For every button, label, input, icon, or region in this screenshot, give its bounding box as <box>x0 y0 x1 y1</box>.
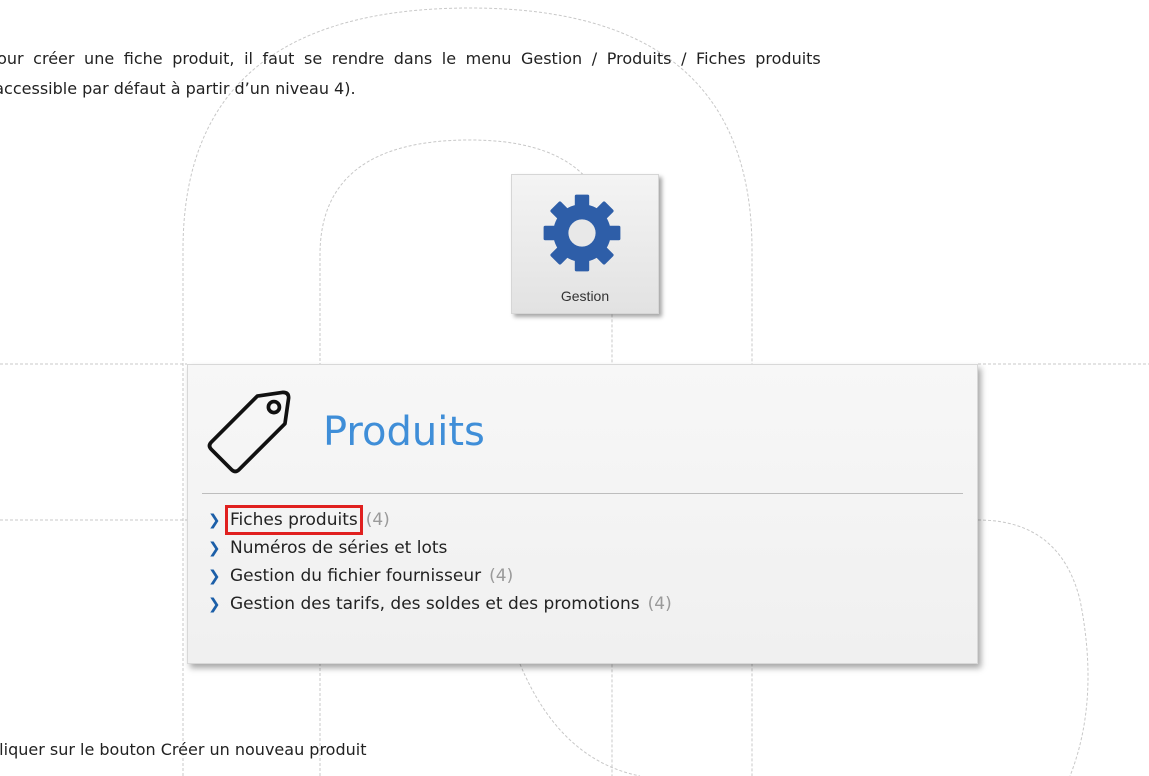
chevron-right-icon: ❯ <box>208 511 221 529</box>
gestion-tile-label: Gestion <box>560 288 610 304</box>
access-level: (4) <box>647 594 672 614</box>
menu-item-numeros-series-lots[interactable]: ❯ Numéros de séries et lots <box>208 534 672 562</box>
produits-menu-list: ❯ Fiches produits (4) ❯ Numéros de séries e… <box>208 505 672 618</box>
menu-item-label[interactable]: Gestion des tarifs, des soldes et des pr… <box>230 594 640 614</box>
produits-title: Produits <box>323 409 485 455</box>
chevron-right-icon: ❯ <box>208 567 221 585</box>
gestion-tile-button[interactable]: Gestion <box>511 174 659 314</box>
menu-item-fiches-produits[interactable]: ❯ Fiches produits (4) <box>208 505 672 535</box>
tag-icon <box>207 390 291 474</box>
chevron-right-icon: ❯ <box>208 539 221 557</box>
outro-text: Cliquer sur le bouton Créer un nouveau p… <box>0 740 367 759</box>
menu-item-label[interactable]: Numéros de séries et lots <box>230 538 447 558</box>
gear-icon <box>543 194 621 272</box>
chevron-right-icon: ❯ <box>208 595 221 613</box>
menu-item-gestion-tarifs-soldes-promotions[interactable]: ❯ Gestion des tarifs, des soldes et des p… <box>208 590 672 618</box>
menu-item-label[interactable]: Gestion du fichier fournisseur <box>230 566 481 586</box>
intro-line-1: Pour créer une fiche produit, il faut se… <box>0 49 821 68</box>
divider <box>202 493 963 494</box>
access-level: (4) <box>489 566 514 586</box>
produits-menu-panel: Produits ❯ Fiches produits (4) ❯ Numéros de… <box>187 364 978 664</box>
menu-item-gestion-fichier-fournisseur[interactable]: ❯ Gestion du fichier fournisseur (4) <box>208 562 672 590</box>
intro-line-2: (accessible par défaut à partir d’un niv… <box>0 79 356 98</box>
menu-item-label[interactable]: Fiches produits <box>225 505 363 535</box>
intro-paragraph: Pour créer une fiche produit, il faut se… <box>0 44 1149 104</box>
access-level: (4) <box>365 510 390 530</box>
